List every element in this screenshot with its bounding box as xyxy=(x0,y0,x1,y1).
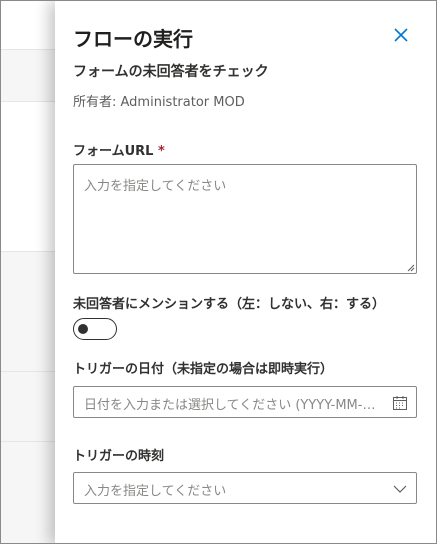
run-flow-panel: フローの実行 フォームの未回答者をチェック 所有者: Administrator… xyxy=(55,1,436,543)
background-row xyxy=(1,1,61,49)
required-mark: * xyxy=(158,144,165,159)
toggle-knob xyxy=(78,324,88,334)
form-url-label: フォームURL * xyxy=(73,140,165,159)
mention-toggle[interactable] xyxy=(73,318,117,340)
trigger-time-placeholder: 入力を指定してください xyxy=(84,484,227,499)
mention-label: 未回答者にメンションする（左：しない、右：する） xyxy=(73,297,386,312)
divider xyxy=(1,251,61,252)
form-url-input[interactable]: 入力を指定してください xyxy=(73,164,417,274)
trigger-date-placeholder: 日付を入力または選択してください (YYYY-MM-DD) xyxy=(84,398,384,413)
flow-owner: 所有者: Administrator MOD xyxy=(73,95,245,110)
background-page xyxy=(1,1,61,543)
chevron-down-icon xyxy=(393,485,407,493)
trigger-time-label: トリガーの時刻 xyxy=(73,449,165,464)
window-frame: フローの実行 フォームの未回答者をチェック 所有者: Administrator… xyxy=(0,0,437,544)
form-url-placeholder: 入力を指定してください xyxy=(84,179,227,194)
panel-title: フローの実行 xyxy=(73,27,193,51)
trigger-date-input[interactable]: 日付を入力または選択してください (YYYY-MM-DD) xyxy=(73,386,417,418)
resize-grip-icon[interactable] xyxy=(405,262,415,272)
divider xyxy=(1,441,61,442)
divider xyxy=(1,49,61,50)
flow-name: フォームの未回答者をチェック xyxy=(73,64,269,80)
close-icon xyxy=(394,28,408,42)
trigger-date-label: トリガーの日付（未指定の場合は即時実行） xyxy=(73,362,334,377)
divider xyxy=(1,371,61,372)
background-row xyxy=(1,102,61,252)
trigger-time-dropdown[interactable]: 入力を指定してください xyxy=(73,472,417,504)
calendar-icon[interactable] xyxy=(392,395,408,411)
form-url-label-text: フォームURL xyxy=(73,144,154,159)
close-button[interactable] xyxy=(389,23,413,47)
